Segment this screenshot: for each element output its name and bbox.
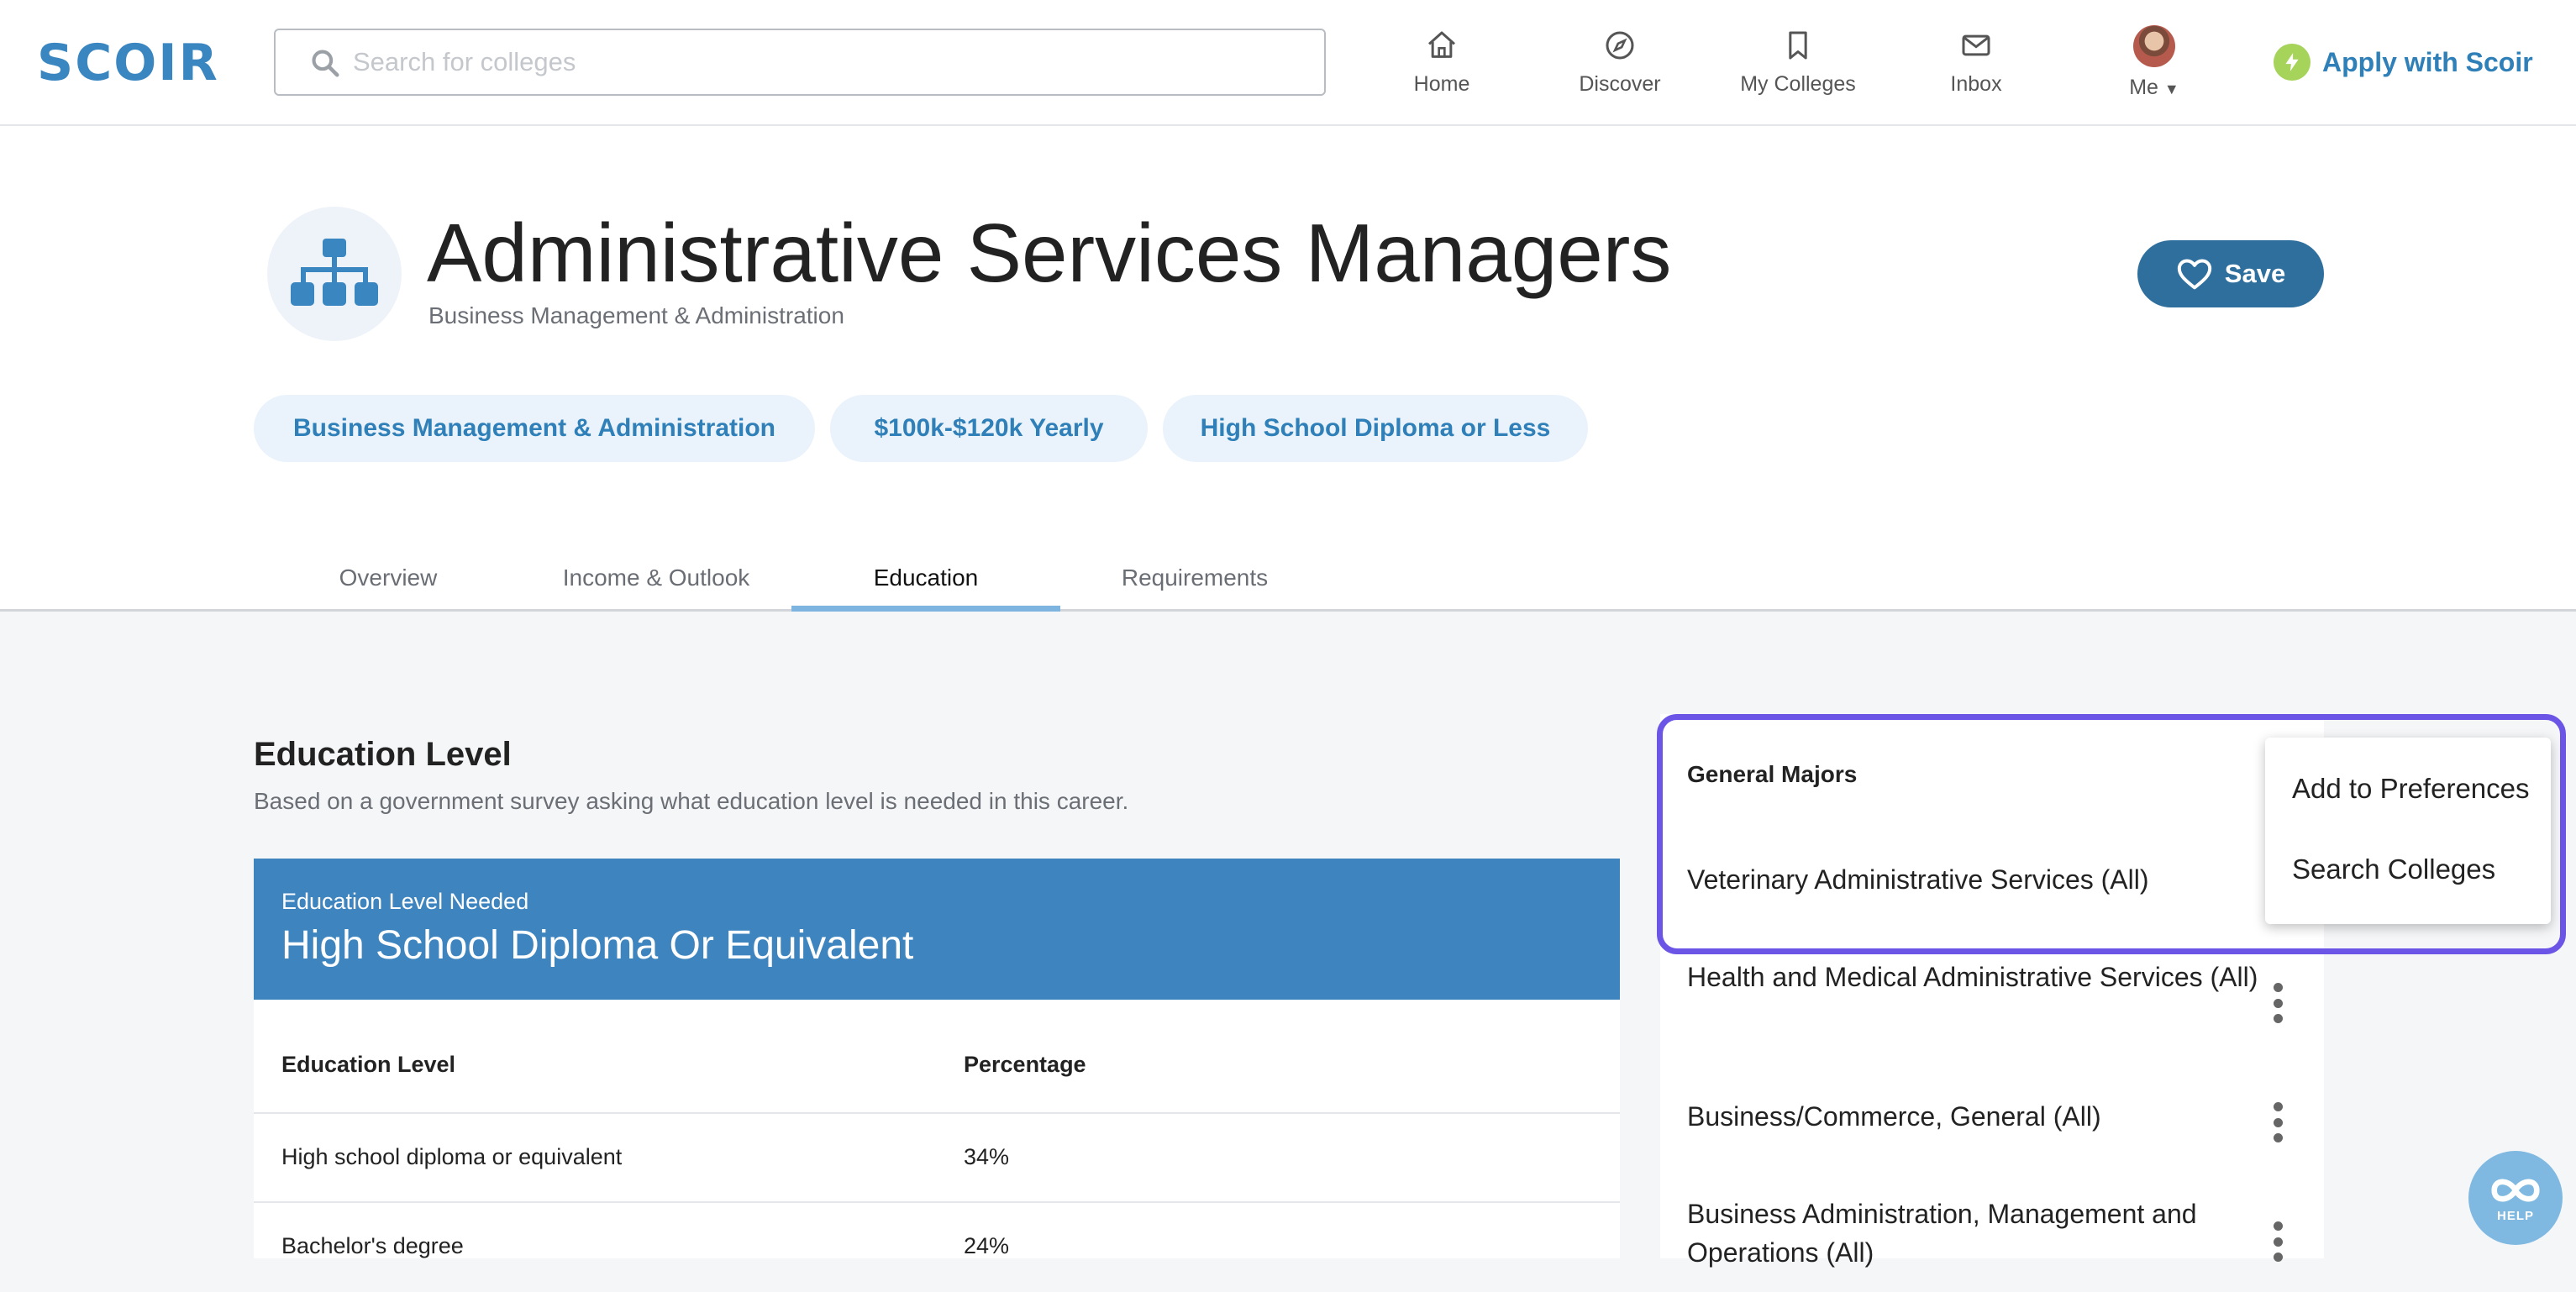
- career-title: Administrative Services Managers: [427, 207, 1672, 299]
- chip-education[interactable]: High School Diploma or Less: [1163, 395, 1588, 462]
- chip-career-cluster[interactable]: Business Management & Administration: [254, 395, 815, 462]
- save-label: Save: [2224, 259, 2286, 288]
- tab-education[interactable]: Education: [791, 554, 1060, 612]
- career-subtitle: Business Management & Administration: [428, 302, 844, 328]
- table-cell-level: Bachelor's degree: [281, 1233, 464, 1258]
- general-majors-heading: General Majors: [1687, 761, 1858, 787]
- top-navigation: SCOIR Home Discover My Colleges Inbox Me…: [0, 0, 2576, 126]
- nav-home-label: Home: [1413, 72, 1470, 96]
- search-input[interactable]: [351, 37, 1301, 87]
- help-button[interactable]: HELP: [2468, 1151, 2563, 1245]
- apply-with-scoir-button[interactable]: Apply with Scoir: [2274, 37, 2533, 87]
- infinity-icon: [2491, 1179, 2540, 1201]
- table-cell-percentage: 34%: [964, 1144, 1010, 1169]
- envelope-icon: [1962, 34, 1990, 56]
- more-options-icon[interactable]: [2265, 1216, 2290, 1267]
- search-colleges-menu-item[interactable]: Search Colleges: [2292, 853, 2495, 885]
- help-label: HELP: [2496, 1208, 2534, 1223]
- apply-label: Apply with Scoir: [2322, 46, 2533, 77]
- general-majors-panel: General Majors Veterinary Administrative…: [1660, 714, 2324, 1268]
- table-cell-level: High school diploma or equivalent: [281, 1144, 623, 1169]
- tab-income-outlook[interactable]: Income & Outlook: [546, 554, 766, 612]
- major-context-menu: Add to Preferences Search Colleges: [2265, 738, 2551, 924]
- nav-me-label: Me ▼: [2079, 76, 2230, 100]
- column-header-percentage: Percentage: [964, 1052, 1086, 1077]
- table-row: High school diploma or equivalent 34%: [254, 1114, 1620, 1203]
- nav-my-colleges-label: My Colleges: [1740, 72, 1856, 96]
- lightning-icon: [2274, 44, 2311, 81]
- more-options-icon[interactable]: [2265, 978, 2290, 1028]
- nav-me[interactable]: Me ▼: [2079, 25, 2230, 102]
- save-button[interactable]: Save: [2137, 240, 2324, 307]
- tab-requirements[interactable]: Requirements: [1102, 554, 1287, 612]
- more-options-icon[interactable]: [2265, 1097, 2290, 1148]
- caret-down-icon: ▼: [2163, 81, 2179, 97]
- nav-discover[interactable]: Discover: [1544, 25, 1695, 102]
- bookmark-icon: [1789, 31, 1807, 60]
- education-needed-caption: Education Level Needed: [281, 889, 529, 914]
- education-level-description: Based on a government survey asking what…: [254, 788, 1129, 814]
- home-icon: [1428, 31, 1455, 58]
- org-chart-icon: [267, 207, 402, 341]
- table-row: Bachelor's degree 24%: [254, 1203, 1620, 1292]
- list-item[interactable]: Health and Medical Administrative Servic…: [1687, 958, 2258, 996]
- chip-salary[interactable]: $100k-$120k Yearly: [830, 395, 1148, 462]
- tab-overview[interactable]: Overview: [319, 554, 457, 612]
- list-item[interactable]: Business Administration, Management and …: [1687, 1195, 2258, 1272]
- add-to-preferences-menu-item[interactable]: Add to Preferences: [2292, 773, 2530, 805]
- table-cell-percentage: 24%: [964, 1233, 1010, 1258]
- nav-discover-label: Discover: [1579, 72, 1661, 96]
- list-item[interactable]: Veterinary Administrative Services (All): [1687, 860, 2258, 899]
- education-needed-value: High School Diploma Or Equivalent: [281, 923, 914, 968]
- scoir-logo[interactable]: SCOIR: [37, 34, 219, 92]
- nav-inbox[interactable]: Inbox: [1900, 25, 2052, 102]
- education-needed-banner: Education Level Needed High School Diplo…: [254, 859, 1620, 1000]
- education-card: Education Level Needed High School Diplo…: [254, 859, 1620, 1258]
- list-item[interactable]: Business/Commerce, General (All): [1687, 1097, 2258, 1136]
- nav-me-text: Me: [2129, 76, 2158, 99]
- compass-icon: [1606, 31, 1634, 60]
- table-header: Education Level Percentage: [254, 1000, 1620, 1114]
- avatar[interactable]: [2133, 25, 2175, 67]
- career-header: Administrative Services Managers Busines…: [0, 126, 2576, 612]
- search-box[interactable]: [274, 29, 1326, 96]
- education-level-heading: Education Level: [254, 736, 512, 773]
- column-header-education-level: Education Level: [281, 1052, 456, 1077]
- heart-icon: [2177, 259, 2211, 290]
- search-icon: [309, 47, 341, 83]
- nav-my-colleges[interactable]: My Colleges: [1722, 25, 1874, 102]
- nav-inbox-label: Inbox: [1950, 72, 2002, 96]
- nav-home[interactable]: Home: [1366, 25, 1517, 102]
